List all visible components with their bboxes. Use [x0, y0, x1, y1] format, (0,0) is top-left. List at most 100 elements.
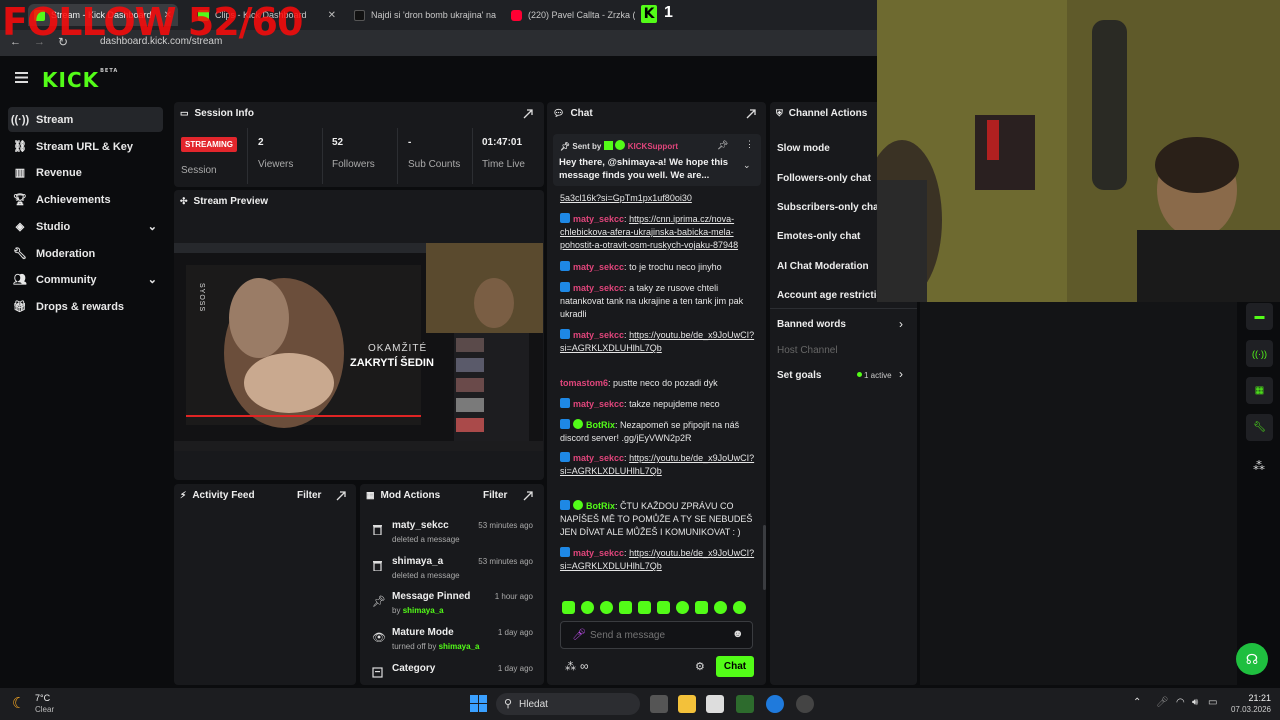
- weather-temp[interactable]: 7°C: [35, 693, 50, 703]
- kick-logo[interactable]: KICKBETA: [42, 68, 118, 92]
- mod-action-time: 53 minutes ago: [478, 521, 533, 530]
- chat-message: maty_sekcc: to je trochu neco jinyho: [560, 261, 755, 274]
- expand-icon[interactable]: [523, 109, 533, 119]
- followers-only-toggle[interactable]: Followers-only chat: [777, 173, 871, 184]
- subscribers-only-toggle[interactable]: Subscribers-only chat: [777, 202, 882, 213]
- moderation-side-button[interactable]: 🔧︎: [1246, 414, 1273, 441]
- send-chat-button[interactable]: Chat: [716, 656, 754, 677]
- mod-badge-icon: [560, 500, 570, 510]
- expand-icon[interactable]: [336, 491, 346, 501]
- chrome-icon[interactable]: [766, 695, 784, 713]
- banned-words-item[interactable]: Banned words: [777, 319, 846, 330]
- chevron-up-icon[interactable]: ⌃: [1133, 697, 1141, 708]
- mod-badge-icon: [560, 547, 570, 557]
- activity-filter-button[interactable]: Filter: [297, 490, 321, 501]
- mod-badge-icon: [560, 398, 570, 408]
- pin-icon[interactable]: 📌︎: [717, 140, 728, 151]
- emote-icon[interactable]: [581, 601, 594, 614]
- divider: [247, 128, 248, 184]
- points-icon[interactable]: ⁂: [565, 660, 576, 673]
- windows-start-icon[interactable]: [470, 695, 487, 712]
- trophy-icon: 🏆︎: [13, 194, 27, 206]
- dashboard-side-button[interactable]: ▦: [1246, 377, 1273, 404]
- chat-scrollbar[interactable]: [763, 525, 766, 590]
- taskbar-search[interactable]: [496, 693, 640, 715]
- emote-icon[interactable]: [638, 601, 651, 614]
- emote-icon[interactable]: [619, 601, 632, 614]
- emote-icon[interactable]: [676, 601, 689, 614]
- mod-badge-icon: [560, 213, 570, 223]
- wifi-icon[interactable]: ◠: [1176, 697, 1185, 708]
- mod-action-user: Mature Mode: [392, 627, 454, 638]
- emote-icon[interactable]: [600, 601, 613, 614]
- people-icon: 👥︎: [13, 274, 27, 286]
- chevron-down-icon[interactable]: ⌄: [743, 160, 751, 171]
- sidebar-item-community[interactable]: 👥︎ Community ⌄: [8, 267, 163, 292]
- expand-icon[interactable]: [746, 109, 756, 119]
- ai-moderation-toggle[interactable]: AI Chat Moderation: [777, 261, 869, 272]
- tab-extra-count: 1: [664, 4, 673, 21]
- file-explorer-icon[interactable]: [678, 695, 696, 713]
- divider: [472, 128, 473, 184]
- close-tab-icon[interactable]: ✕: [328, 10, 336, 21]
- hamburger-menu-icon[interactable]: [15, 72, 28, 83]
- chat-bubble-icon: ▬: [1254, 311, 1265, 322]
- sidebar-item-studio[interactable]: ◈ Studio ⌄: [8, 214, 163, 239]
- youtube-favicon-icon: [511, 9, 522, 21]
- more-options-icon[interactable]: ⋮: [745, 139, 754, 150]
- emoji-icon[interactable]: ☻: [732, 628, 744, 640]
- support-icon[interactable]: ☊: [1236, 643, 1268, 675]
- clock-time[interactable]: 21:21: [1236, 693, 1271, 703]
- gear-icon[interactable]: ⚙︎: [695, 660, 705, 673]
- obs-icon[interactable]: [796, 695, 814, 713]
- emote-icon[interactable]: [733, 601, 746, 614]
- microphone-icon[interactable]: 🎤︎: [572, 628, 586, 641]
- preview-brand: SYOSS: [198, 283, 205, 313]
- app-icon[interactable]: [736, 695, 754, 713]
- sidebar-item-moderation[interactable]: 🔧︎ Moderation: [8, 241, 163, 266]
- mod-action-time: 53 minutes ago: [478, 557, 533, 566]
- apps-icon[interactable]: ⁂: [1253, 459, 1265, 473]
- task-view-icon[interactable]: [650, 695, 668, 713]
- sidebar-item-achievements[interactable]: 🏆︎ Achievements: [8, 187, 163, 212]
- gift-icon: 🎁︎: [13, 301, 27, 313]
- tab-tiktok[interactable]: Najdi si 'dron bomb ukrajina' na ✕: [348, 4, 496, 26]
- set-goals-item[interactable]: Set goals: [777, 370, 821, 381]
- sidebar-item-drops-rewards[interactable]: 🎁︎ Drops & rewards: [8, 294, 163, 319]
- chat-message-input[interactable]: [590, 626, 725, 644]
- slow-mode-toggle[interactable]: Slow mode: [777, 143, 830, 154]
- chat-title: 💬︎ Chat: [553, 108, 593, 119]
- emote-icon[interactable]: [714, 601, 727, 614]
- tab-youtube[interactable]: (220) Pavel Callta - Zrzka (O: [505, 4, 635, 26]
- expand-icon[interactable]: [523, 491, 533, 501]
- sidebar-item-revenue[interactable]: ▥ Revenue: [8, 160, 163, 185]
- channel-actions-title: ⛨ Channel Actions: [776, 108, 868, 119]
- volume-icon[interactable]: 🔊︎: [1192, 697, 1198, 708]
- sidebar-item-stream-url-key[interactable]: ⛓ Stream URL & Key: [8, 134, 163, 159]
- emote-icon[interactable]: [695, 601, 708, 614]
- goals-status: 1 active: [857, 371, 892, 380]
- mod-actions-filter-button[interactable]: Filter: [483, 490, 507, 501]
- emotes-only-toggle[interactable]: Emotes-only chat: [777, 231, 860, 242]
- stream-side-button[interactable]: ((·)): [1246, 340, 1273, 367]
- emote-icon[interactable]: [562, 601, 575, 614]
- mod-action-user[interactable]: shimaya_a: [392, 556, 443, 567]
- preview-overlay-line2: ZAKRYTÍ ŠEDIN: [350, 357, 434, 369]
- mod-action-user: Category: [392, 663, 436, 674]
- link-icon: ⛓: [13, 141, 27, 153]
- emote-icon[interactable]: [657, 601, 670, 614]
- webcam-overlay: [877, 0, 1280, 302]
- mod-action-user[interactable]: maty_sekcc: [392, 520, 449, 531]
- sidebar-item-stream[interactable]: ((·)) Stream: [8, 107, 163, 132]
- followers-stat: 52 Followers: [332, 137, 375, 170]
- store-icon[interactable]: [706, 695, 724, 713]
- microphone-icon[interactable]: 🎤︎: [1156, 697, 1169, 708]
- account-age-toggle[interactable]: Account age restriction: [777, 290, 877, 301]
- chat-side-button[interactable]: ▬: [1246, 303, 1273, 330]
- mod-action-time: 1 hour ago: [494, 592, 533, 601]
- mod-actions-panel: [360, 484, 544, 685]
- battery-icon[interactable]: ▭: [1208, 697, 1217, 708]
- mod-badge-icon: [560, 261, 570, 271]
- infinity-icon[interactable]: ∞: [580, 659, 589, 673]
- stream-preview-video[interactable]: OKAMŽITÉ ZAKRYTÍ ŠEDIN SYOSS: [174, 243, 543, 451]
